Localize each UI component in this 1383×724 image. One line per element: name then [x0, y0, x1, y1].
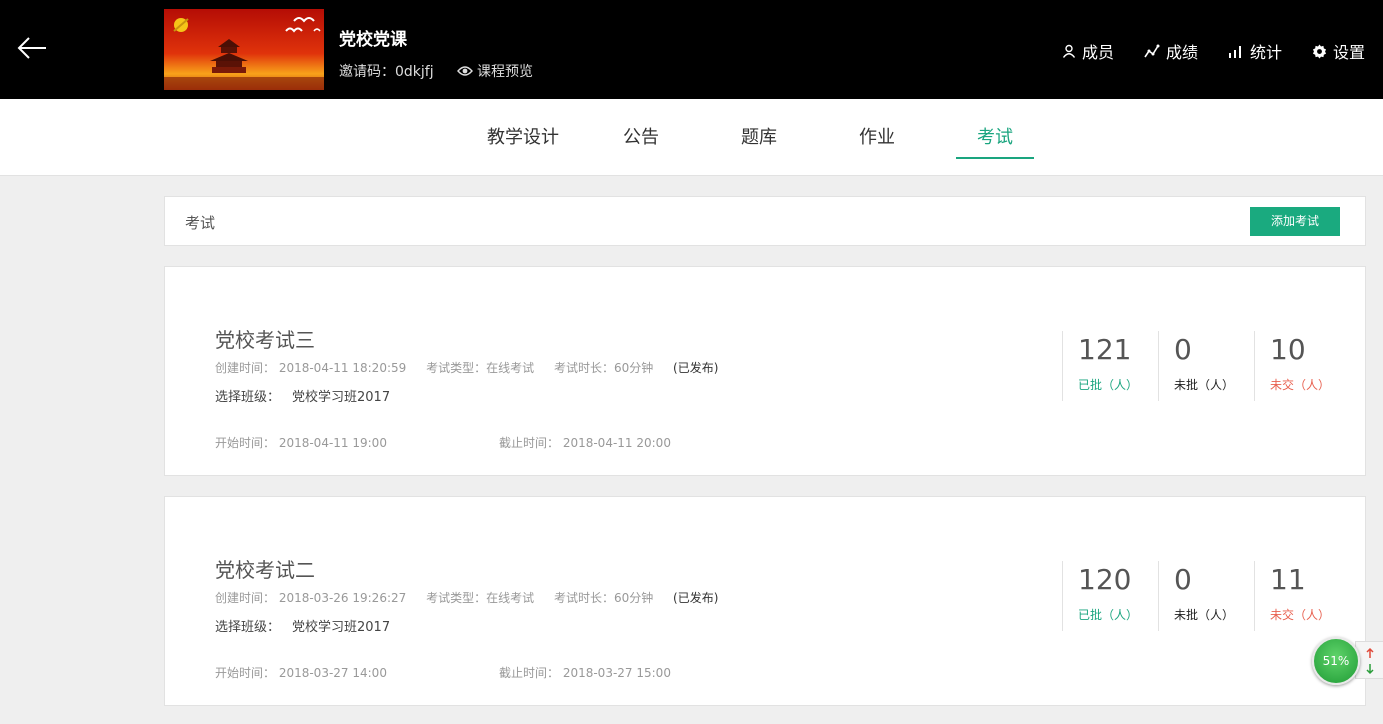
tab-announcements[interactable]: 公告 [611, 99, 671, 159]
eye-icon [457, 66, 473, 76]
stat-graded-count: 120 [1078, 563, 1132, 596]
course-cover-image [164, 9, 324, 90]
tab-question-bank[interactable]: 题库 [729, 99, 789, 159]
nav-statistics[interactable]: 统计 [1228, 39, 1282, 63]
stat-unsubmitted-count: 10 [1270, 333, 1306, 366]
exam-card: 党校考试二 创建时间： 2018-03-26 19:26:27 考试类型：在线考… [164, 496, 1366, 706]
exam-type: 考试类型：在线考试 [426, 361, 535, 375]
stat-ungraded-label: 未批（人） [1174, 378, 1235, 392]
exam-end-time: 截止时间： 2018-03-27 15:00 [499, 666, 671, 680]
exam-class: 选择班级： 党校学习班2017 [215, 386, 390, 405]
course-title: 党校党课 [339, 30, 407, 50]
nav-scores-label: 成绩 [1165, 43, 1198, 62]
exam-class-label: 选择班级： [215, 620, 281, 635]
exam-end-time: 截止时间： 2018-04-11 20:00 [499, 436, 671, 450]
bar-chart-icon [1228, 46, 1241, 58]
exam-meta: 创建时间： 2018-03-26 19:26:27 考试类型：在线考试 考试时长… [215, 589, 734, 606]
back-arrow-icon[interactable] [14, 30, 50, 66]
exam-section-header: 考试 添加考试 [164, 196, 1366, 246]
exam-class: 选择班级： 党校学习班2017 [215, 616, 390, 635]
exam-stats: 120 已批（人） 0 未批（人） 11 未交（人） [1062, 561, 1350, 631]
exam-class-name: 党校学习班2017 [292, 620, 391, 635]
nav-statistics-label: 统计 [1249, 43, 1282, 62]
course-tabs: 教学设计 公告 题库 作业 考试 [0, 99, 1383, 176]
exam-duration: 考试时长：60分钟 [553, 361, 654, 375]
stat-graded-count: 121 [1078, 333, 1132, 366]
stat-graded-label: 已批（人） [1078, 608, 1139, 622]
tab-homework[interactable]: 作业 [847, 99, 907, 159]
stat-ungraded[interactable]: 0 未批（人） [1158, 561, 1254, 631]
exam-status: (已发布) [673, 361, 719, 375]
stat-ungraded-count: 0 [1174, 333, 1192, 366]
exam-created-time: 创建时间： 2018-04-11 18:20:59 [215, 361, 407, 375]
exam-status: (已发布) [673, 591, 719, 605]
up-down-arrows-icon [1366, 647, 1374, 675]
stat-unsubmitted-count: 11 [1270, 563, 1306, 596]
nav-scores[interactable]: 成绩 [1144, 39, 1198, 63]
nav-settings[interactable]: 设置 [1312, 39, 1365, 63]
exam-name[interactable]: 党校考试二 [215, 554, 315, 583]
invite-code: 邀请码：0dkjfj [339, 64, 434, 80]
stat-unsubmitted-label: 未交（人） [1270, 608, 1331, 622]
exam-meta: 创建时间： 2018-04-11 18:20:59 考试类型：在线考试 考试时长… [215, 359, 734, 376]
exam-start-time: 开始时间： 2018-04-11 19:00 [215, 436, 387, 450]
top-header: 党校党课 邀请码：0dkjfj 课程预览 成员 成绩 统计 设置 [0, 0, 1383, 99]
exam-name[interactable]: 党校考试三 [215, 324, 315, 353]
section-title: 考试 [185, 214, 216, 232]
course-preview-link[interactable]: 课程预览 [457, 61, 533, 81]
top-nav: 成员 成绩 统计 设置 [1032, 39, 1365, 63]
exam-stats: 121 已批（人） 0 未批（人） 10 未交（人） [1062, 331, 1350, 401]
stat-graded[interactable]: 121 已批（人） [1062, 331, 1158, 401]
exam-duration: 考试时长：60分钟 [553, 591, 654, 605]
trend-icon [1144, 44, 1160, 58]
exam-card: 党校考试三 创建时间： 2018-04-11 18:20:59 考试类型：在线考… [164, 266, 1366, 476]
nav-members-label: 成员 [1081, 43, 1114, 62]
gear-icon [1312, 43, 1327, 59]
stat-ungraded-label: 未批（人） [1174, 608, 1235, 622]
stat-ungraded-count: 0 [1174, 563, 1192, 596]
nav-settings-label: 设置 [1332, 43, 1365, 62]
exam-created-time: 创建时间： 2018-03-26 19:26:27 [215, 591, 407, 605]
tab-exams[interactable]: 考试 [956, 99, 1034, 159]
exam-type: 考试类型：在线考试 [426, 591, 535, 605]
user-icon [1062, 44, 1076, 58]
stat-unsubmitted-label: 未交（人） [1270, 378, 1331, 392]
exam-class-name: 党校学习班2017 [292, 390, 391, 405]
active-tab-indicator [956, 157, 1034, 159]
stat-unsubmitted[interactable]: 10 未交（人） [1254, 331, 1350, 401]
stat-unsubmitted[interactable]: 11 未交（人） [1254, 561, 1350, 631]
stat-graded-label: 已批（人） [1078, 378, 1139, 392]
exam-class-label: 选择班级： [215, 390, 281, 405]
stat-ungraded[interactable]: 0 未批（人） [1158, 331, 1254, 401]
tab-teaching-design[interactable]: 教学设计 [484, 99, 562, 159]
add-exam-button[interactable]: 添加考试 [1250, 207, 1340, 236]
speed-ball-widget[interactable]: 51% [1312, 637, 1360, 685]
nav-members[interactable]: 成员 [1062, 39, 1114, 63]
course-preview-label: 课程预览 [477, 64, 533, 80]
stat-graded[interactable]: 120 已批（人） [1062, 561, 1158, 631]
exam-start-time: 开始时间： 2018-03-27 14:00 [215, 666, 387, 680]
